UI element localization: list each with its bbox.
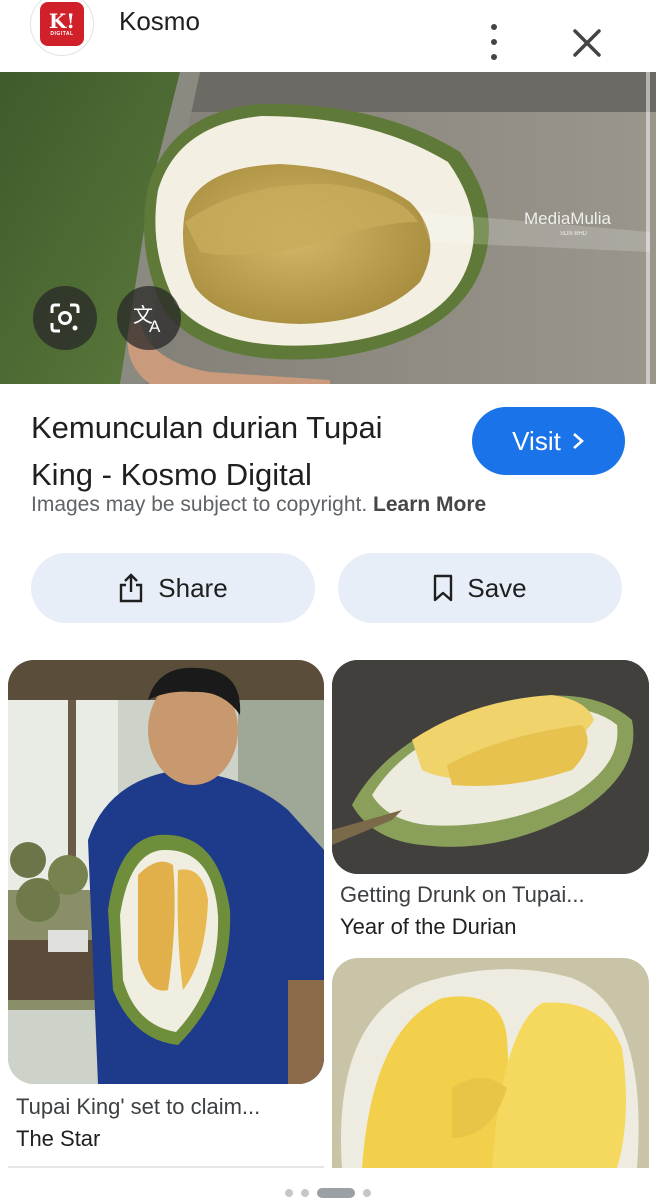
learn-more-link[interactable]: Learn More: [373, 493, 486, 516]
share-button[interactable]: Share: [31, 553, 315, 623]
visit-button[interactable]: Visit: [472, 407, 625, 475]
related-title-1[interactable]: Tupai King' set to claim...: [16, 1094, 260, 1120]
card-divider: [8, 1166, 324, 1168]
svg-text:A: A: [149, 317, 161, 336]
related-image-1[interactable]: [8, 660, 324, 1084]
share-label: Share: [158, 572, 228, 603]
chevron-right-icon: [572, 433, 584, 449]
hero-image[interactable]: MediaMulia SDN BHD 文 A: [0, 72, 656, 384]
copyright-text: Images may be subject to copyright.: [31, 493, 368, 516]
page-dot: [285, 1189, 293, 1197]
related-source-2: Year of the Durian: [340, 914, 517, 939]
logo-subtext: DIGITAL: [50, 31, 74, 37]
related-image-2[interactable]: [332, 660, 649, 874]
durian-flesh-closeup-picture: [332, 958, 649, 1168]
related-source-1: The Star: [16, 1126, 101, 1151]
translate-button[interactable]: 文 A: [117, 286, 181, 350]
translate-icon: 文 A: [133, 303, 161, 336]
image-title[interactable]: Kemunculan durian Tupai King - Kosmo Dig…: [31, 404, 441, 498]
google-lens-icon: [50, 303, 80, 333]
kosmo-logo-mark: K! DIGITAL: [40, 2, 84, 46]
site-logo[interactable]: K! DIGITAL: [30, 0, 94, 56]
related-image-3[interactable]: [332, 958, 649, 1168]
watermark-text: MediaMulia: [524, 209, 611, 228]
close-icon[interactable]: [568, 24, 606, 62]
save-button[interactable]: Save: [338, 553, 622, 623]
pagination-indicator: [0, 1186, 656, 1200]
header: K! DIGITAL Kosmo: [0, 0, 656, 72]
bookmark-icon: [434, 574, 453, 602]
page-dot-active: [317, 1188, 355, 1198]
more-options-icon[interactable]: [480, 24, 508, 60]
save-label: Save: [467, 572, 527, 603]
durian-hero-picture: MediaMulia SDN BHD: [0, 72, 656, 384]
share-icon: [120, 573, 143, 603]
image-scroll-indicator: [646, 72, 650, 384]
related-title-2[interactable]: Getting Drunk on Tupai...: [340, 882, 585, 908]
watermark-subtext: SDN BHD: [560, 231, 588, 237]
google-lens-button[interactable]: [33, 286, 97, 350]
page-dot: [363, 1189, 371, 1197]
logo-text: K!: [48, 9, 76, 33]
man-holding-durian-picture: [8, 660, 324, 1084]
durian-on-table-picture: [332, 660, 649, 874]
site-name[interactable]: Kosmo: [119, 6, 200, 37]
visit-label: Visit: [512, 425, 561, 456]
copyright-notice: Images may be subject to copyright. Lear…: [31, 493, 486, 517]
page-dot: [301, 1189, 309, 1197]
